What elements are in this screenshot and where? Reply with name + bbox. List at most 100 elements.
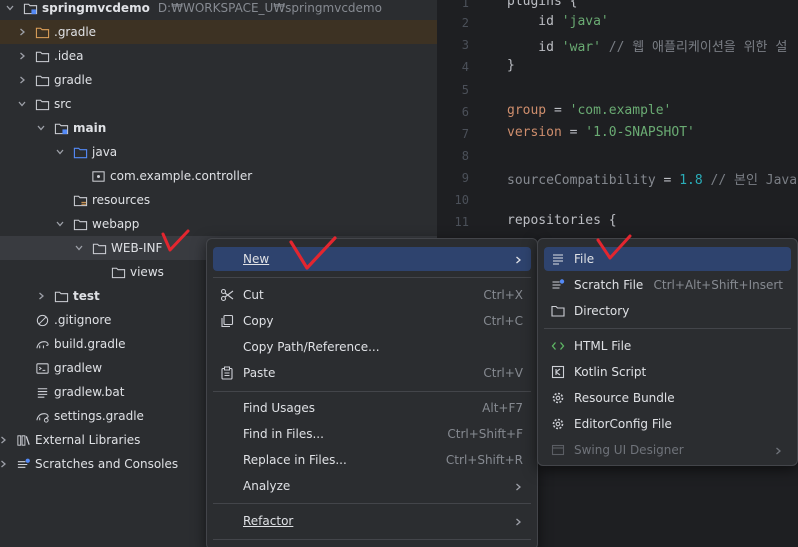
tree-row-webapp[interactable]: webapp (0, 212, 437, 236)
submenu-item-directory[interactable]: Directory (544, 299, 791, 323)
tree-label: test (73, 289, 100, 303)
chevron-right-icon[interactable] (16, 50, 28, 62)
code-line: id 'java' (507, 14, 609, 29)
folder-icon (550, 303, 566, 319)
menu-item-find-in-files[interactable]: Find in Files... Ctrl+Shift+F (213, 422, 531, 446)
form-icon (550, 442, 566, 458)
shortcut: Ctrl+Shift+F (447, 427, 523, 441)
menu-item-copy-path[interactable]: Copy Path/Reference... (213, 335, 531, 359)
tree-label: springmvcdemo (42, 1, 150, 15)
chevron-down-icon[interactable] (35, 122, 47, 134)
menu-item-label: HTML File (574, 339, 632, 353)
submenu-arrow-icon (773, 445, 783, 455)
scissors-icon (219, 287, 235, 303)
resources-folder-icon (72, 192, 88, 208)
menu-item-find-usages[interactable]: Find Usages Alt+F7 (213, 396, 531, 420)
tree-label: .idea (54, 49, 84, 63)
submenu-item-editorconfig[interactable]: EditorConfig File (544, 412, 791, 436)
menu-separator (213, 503, 531, 504)
tree-row-main[interactable]: main (0, 116, 437, 140)
submenu-item-scratch-file[interactable]: Scratch File Ctrl+Alt+Shift+Insert (544, 273, 791, 297)
menu-item-label: File (574, 252, 595, 266)
source-folder-icon (72, 144, 88, 160)
tree-label: gradle (54, 73, 93, 87)
folder-icon (34, 48, 50, 64)
chevron-down-icon[interactable] (54, 218, 66, 230)
submenu-item-kotlin-script[interactable]: Kotlin Script (544, 360, 791, 384)
code-line: id 'war' // 웹 애플리케이션을 위한 설 (507, 40, 788, 55)
code-line: plugins { (507, 0, 578, 9)
chevron-right-icon[interactable] (0, 458, 9, 470)
chevron-down-icon[interactable] (16, 98, 28, 110)
kotlin-script-icon (550, 364, 566, 380)
code-line: sourceCompatibility = 1.8 // 본인 Java (507, 173, 798, 188)
line-number: 6 (461, 105, 469, 119)
menu-item-analyze[interactable]: Analyze (213, 474, 531, 498)
menu-separator (213, 391, 531, 392)
code-line: group = 'com.example' (507, 103, 672, 118)
tree-row-root[interactable]: springmvcdemo D:₩WORKSPACE_U₩springmvcde… (0, 0, 437, 20)
chevron-down-icon[interactable] (54, 146, 66, 158)
tree-row-gradle[interactable]: gradle (0, 68, 437, 92)
menu-item-label: Refactor (243, 514, 294, 528)
line-number: 9 (461, 171, 469, 185)
submenu-arrow-icon (513, 254, 523, 264)
submenu-item-html-file[interactable]: HTML File (544, 334, 791, 358)
module-folder-icon (53, 120, 69, 136)
folder-icon (53, 288, 69, 304)
submenu-item-file[interactable]: File (544, 247, 791, 271)
submenu-item-resource-bundle[interactable]: Resource Bundle (544, 386, 791, 410)
chevron-right-icon[interactable] (35, 290, 47, 302)
shortcut: Ctrl+Alt+Shift+Insert (653, 278, 783, 292)
shortcut: Alt+F7 (482, 401, 523, 415)
chevron-right-icon[interactable] (16, 26, 28, 38)
tree-row-src[interactable]: src (0, 92, 437, 116)
script-file-icon (34, 360, 50, 376)
tree-label: gradlew.bat (54, 385, 125, 399)
tree-row-resources[interactable]: resources (0, 188, 437, 212)
menu-item-refactor[interactable]: Refactor (213, 509, 531, 533)
line-number: 11 (454, 215, 469, 229)
html-icon (550, 338, 566, 354)
menu-item-replace-in-files[interactable]: Replace in Files... Ctrl+Shift+R (213, 448, 531, 472)
menu-item-label: Kotlin Script (574, 365, 647, 379)
line-number: 10 (454, 193, 469, 207)
chevron-right-icon[interactable] (16, 74, 28, 86)
menu-item-cut[interactable]: Cut Ctrl+X (213, 283, 531, 307)
folder-icon (34, 24, 50, 40)
tree-row-idea[interactable]: .idea (0, 44, 437, 68)
tree-label: External Libraries (35, 433, 141, 447)
gradle-file-icon (34, 336, 50, 352)
menu-item-copy[interactable]: Copy Ctrl+C (213, 309, 531, 333)
submenu-item-swing-ui-designer[interactable]: Swing UI Designer (544, 438, 791, 462)
submenu-arrow-icon (513, 481, 523, 491)
folder-icon (72, 216, 88, 232)
library-icon (15, 432, 31, 448)
menu-separator (213, 277, 531, 278)
tree-row-java[interactable]: java (0, 140, 437, 164)
new-submenu: File Scratch File Ctrl+Alt+Shift+Insert … (537, 238, 798, 466)
file-icon (550, 251, 566, 267)
paste-icon (219, 365, 235, 381)
gear-icon (550, 416, 566, 432)
tree-label: gradlew (54, 361, 103, 375)
chevron-down-icon[interactable] (73, 242, 85, 254)
tree-row-gradle-dir[interactable]: .gradle (0, 20, 437, 44)
chevron-down-icon[interactable] (4, 2, 16, 14)
menu-item-label: Swing UI Designer (574, 443, 684, 457)
menu-item-label: Cut (243, 288, 264, 302)
code-line: repositories { (507, 213, 617, 228)
chevron-right-icon[interactable] (0, 434, 9, 446)
tree-label: java (92, 145, 118, 159)
menu-item-label: Scratch File (574, 278, 644, 292)
line-number: 1 (461, 0, 469, 10)
tree-row-package[interactable]: com.example.controller (0, 164, 437, 188)
menu-item-label: Analyze (243, 479, 291, 493)
line-number: 8 (461, 149, 469, 163)
tree-label: WEB-INF (111, 241, 163, 255)
menu-item-new[interactable]: New (213, 247, 531, 271)
menu-item-paste[interactable]: Paste Ctrl+V (213, 361, 531, 385)
submenu-arrow-icon (513, 516, 523, 526)
tree-label: com.example.controller (110, 169, 253, 183)
tree-label: settings.gradle (54, 409, 144, 423)
